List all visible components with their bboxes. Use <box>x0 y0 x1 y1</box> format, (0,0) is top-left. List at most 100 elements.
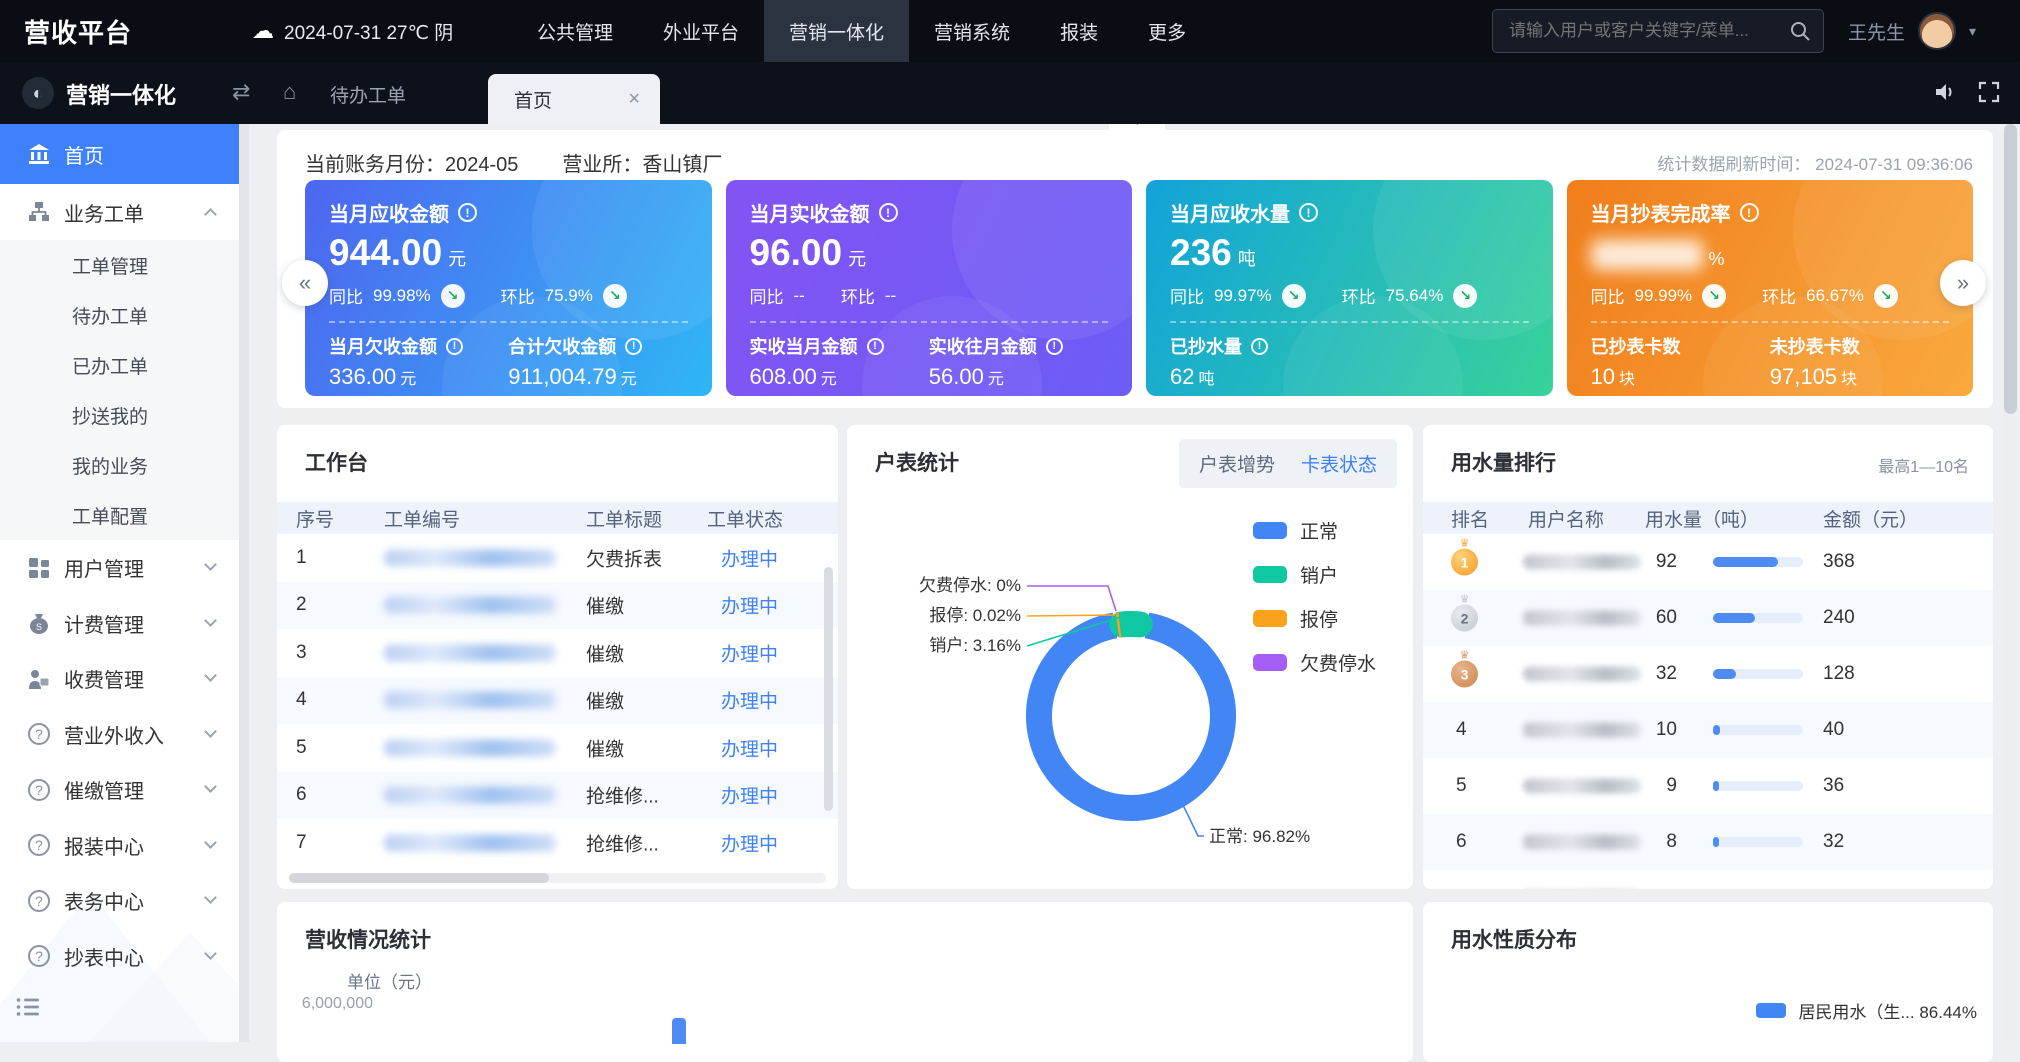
sidebar-subitem-workorder-config[interactable]: 工单配置 <box>0 490 239 540</box>
menu-list-icon[interactable] <box>16 997 40 1022</box>
global-search[interactable] <box>1492 9 1824 53</box>
tab-home[interactable]: 首页 × <box>488 74 660 124</box>
list-item[interactable]: 6 8 32 <box>1423 814 1993 870</box>
sidebar-item-install-center[interactable]: ? 报装中心 <box>0 818 239 874</box>
nav-item-marketing-system[interactable]: 营销系统 <box>909 0 1035 62</box>
list-item[interactable]: 4 10 40 <box>1423 702 1993 758</box>
legend-swatch <box>1253 566 1287 583</box>
search-input[interactable] <box>1493 21 1789 41</box>
todo-workorder-link[interactable]: 待办工单 <box>330 81 406 108</box>
table-row[interactable]: 6抢维修...办理中 <box>277 772 838 820</box>
sidebar-subitem-my-business[interactable]: 我的业务 <box>0 440 239 490</box>
status-link[interactable]: 办理中 <box>721 829 778 856</box>
list-item[interactable]: 5 9 36 <box>1423 758 1993 814</box>
speaker-icon[interactable] <box>1932 80 1956 104</box>
vertical-scrollbar[interactable] <box>824 567 833 811</box>
bank-icon <box>28 143 50 165</box>
status-link[interactable]: 办理中 <box>721 639 778 666</box>
sidebar-item-meter-center[interactable]: ? 表务中心 <box>0 873 239 929</box>
search-icon[interactable] <box>1789 20 1811 42</box>
blurred-workorder-id <box>384 597 556 614</box>
sidebar-item-user-mgmt[interactable]: 用户管理 <box>0 540 239 596</box>
sidebar-group-workorders[interactable]: 业务工单 <box>0 184 239 240</box>
table-row[interactable]: 7抢维修...办理中 <box>277 819 838 867</box>
legend-item[interactable]: 报停 <box>1253 605 1376 632</box>
ranking-table-header: 排名 用户名称 用水量（吨） 金额（元） <box>1423 502 1993 534</box>
table-row[interactable]: 4催缴办理中 <box>277 677 838 725</box>
sidebar-subitem-todo-workorder[interactable]: 待办工单 <box>0 290 239 340</box>
ranking-title: 用水量排行 <box>1451 447 1556 477</box>
table-row[interactable]: 3催缴办理中 <box>277 629 838 677</box>
callout-line-cutoff <box>1027 586 1116 611</box>
info-icon[interactable]: ! <box>1299 203 1318 222</box>
scrollbar-thumb[interactable] <box>289 873 549 883</box>
info-icon[interactable]: ! <box>1740 203 1759 222</box>
nav-item-public[interactable]: 公共管理 <box>512 0 638 62</box>
sidebar-item-collection-mgmt[interactable]: ? 催缴管理 <box>0 762 239 818</box>
legend-item[interactable]: 正常 <box>1253 517 1376 544</box>
info-icon[interactable]: ! <box>446 338 463 355</box>
tab-meter-growth[interactable]: 户表增势 <box>1199 450 1275 477</box>
home-icon[interactable]: ⌂ <box>283 79 296 105</box>
sidebar-item-billing-mgmt[interactable]: S 计费管理 <box>0 596 239 652</box>
table-row[interactable]: 5催缴办理中 <box>277 724 838 772</box>
legend-item[interactable]: 欠费停水 <box>1253 649 1376 676</box>
sidebar-subitem-workorder-mgmt[interactable]: 工单管理 <box>0 240 239 290</box>
nav-item-install[interactable]: 报装 <box>1035 0 1123 62</box>
carousel-next-button[interactable]: » <box>1940 260 1986 306</box>
fullscreen-icon[interactable] <box>1978 81 2000 103</box>
sidebar-item-fee-mgmt[interactable]: 收费管理 <box>0 651 239 707</box>
info-icon[interactable]: ! <box>1251 338 1268 355</box>
sidebar-item-meter-reading-center[interactable]: ? 抄表中心 <box>0 929 239 985</box>
carousel-prev-button[interactable]: « <box>282 260 328 306</box>
legend-item[interactable]: 销户 <box>1253 561 1376 588</box>
tab-card-status[interactable]: 卡表状态 <box>1301 450 1377 477</box>
list-item[interactable]: 3 32 128 <box>1423 646 1993 702</box>
nav-item-marketing-integrated[interactable]: 营销一体化 <box>764 0 909 62</box>
page-scrollbar[interactable] <box>2004 124 2017 1042</box>
status-link[interactable]: 办理中 <box>721 734 778 761</box>
legend-swatch <box>1253 654 1287 671</box>
info-icon[interactable]: ! <box>867 338 884 355</box>
user-menu[interactable]: 王先生 ▾ <box>1848 12 1976 50</box>
horizontal-scrollbar[interactable] <box>289 873 826 883</box>
info-icon[interactable]: ! <box>458 203 477 222</box>
y-axis-tick: 6,000,000 <box>299 995 373 1013</box>
info-icon[interactable]: ! <box>879 203 898 222</box>
sidebar-item-label: 抄表中心 <box>64 942 144 971</box>
chevron-down-icon[interactable]: ▾ <box>1969 23 1976 40</box>
cloud-icon: ☁ <box>252 18 274 44</box>
blurred-user-name <box>1523 835 1641 850</box>
nav-item-more[interactable]: 更多 <box>1123 0 1211 62</box>
legend-item[interactable]: 居民用水（生... 86.44% <box>1756 998 1977 1023</box>
column-header: 工单编号 <box>384 505 460 532</box>
sidebar-subitem-done-workorder[interactable]: 已办工单 <box>0 340 239 390</box>
info-icon[interactable]: ! <box>1046 338 1063 355</box>
kpi-cards: 当月应收金额! 944.00元 同比99.98% ↘ 环比75.9% ↘ 当月欠… <box>305 180 1973 396</box>
card-received-amount: 当月实收金额! 96.00元 同比-- 环比-- 实收当月金额! 608.00元… <box>726 180 1133 396</box>
close-icon[interactable]: × <box>628 88 640 111</box>
status-link[interactable]: 办理中 <box>721 687 778 714</box>
sidebar-item-non-operating-income[interactable]: ? 营业外收入 <box>0 707 239 763</box>
chevron-down-icon <box>204 836 217 849</box>
table-row[interactable]: 1欠费拆表办理中 <box>277 534 838 582</box>
list-item-partial[interactable] <box>1423 870 1993 889</box>
swap-arrows-icon[interactable]: ⇄ <box>232 79 250 105</box>
list-item[interactable]: 1 92 368 <box>1423 534 1993 590</box>
status-link[interactable]: 办理中 <box>721 592 778 619</box>
donut-segment-normal[interactable] <box>1039 625 1223 808</box>
sidebar-item-home[interactable]: 首页 <box>0 124 239 184</box>
table-row[interactable]: 2催缴办理中 <box>277 582 838 630</box>
scrollbar-thumb[interactable] <box>2004 124 2017 414</box>
question-circle-icon: ? <box>28 779 50 801</box>
list-item[interactable]: 2 60 240 <box>1423 590 1993 646</box>
sidebar-subitem-cc-me[interactable]: 抄送我的 <box>0 390 239 440</box>
status-link[interactable]: 办理中 <box>721 782 778 809</box>
topbar: 营收平台 ☁ 2024-07-31 27℃ 阴 公共管理 外业平台 营销一体化 … <box>0 0 2020 62</box>
status-link[interactable]: 办理中 <box>721 544 778 571</box>
app-logo-icon: ◐ <box>22 77 54 109</box>
column-header: 用户名称 <box>1528 505 1604 532</box>
avatar[interactable] <box>1918 12 1956 50</box>
nav-item-field[interactable]: 外业平台 <box>638 0 764 62</box>
info-icon[interactable]: ! <box>625 338 642 355</box>
